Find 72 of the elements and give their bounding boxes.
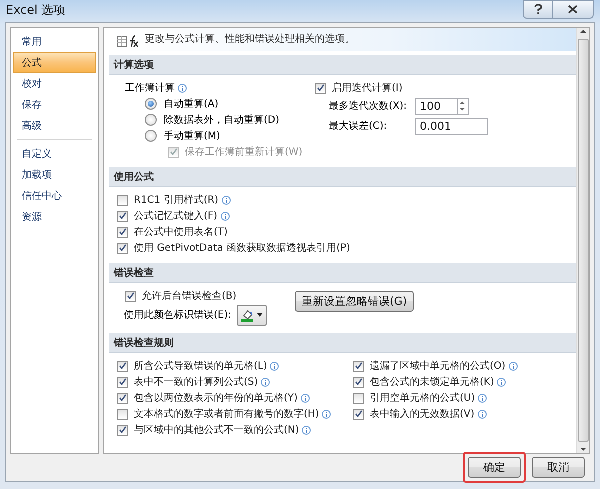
checkbox-label[interactable]: 使用 GetPivotData 函数获取数据透视表引用(P) <box>134 241 350 255</box>
color-picker[interactable] <box>236 304 266 326</box>
field-label: 最多迭代次数(X): <box>329 100 408 113</box>
checkbox[interactable] <box>353 408 364 420</box>
checkbox[interactable] <box>117 408 128 420</box>
checkbox[interactable] <box>117 376 128 388</box>
checkbox-label[interactable]: 表中输入的无效数据(V) <box>370 407 475 421</box>
checkbox-label[interactable]: 包含以两位数表示的年份的单元格(Y) <box>134 391 298 405</box>
checkbox[interactable] <box>117 392 128 404</box>
sidebar-item[interactable]: 加载项 <box>13 164 96 185</box>
checkbox[interactable] <box>125 290 136 302</box>
help-button[interactable] <box>523 0 552 19</box>
spin-buttons[interactable] <box>458 98 469 114</box>
radio-label[interactable]: 自动重算(A) <box>164 97 219 111</box>
paint-bucket-icon <box>240 308 254 322</box>
scroll-up-icon[interactable] <box>580 28 586 36</box>
input-field[interactable]: 0.001 <box>415 118 488 134</box>
close-icon <box>568 5 578 14</box>
sidebar-item[interactable]: 资源 <box>13 206 96 227</box>
checkbox-label[interactable]: 表中不一致的计算列公式(S) <box>134 375 258 389</box>
window-title: Excel 选项 <box>6 2 66 18</box>
help-icon <box>534 4 542 15</box>
checkbox[interactable] <box>353 376 364 388</box>
radio-button[interactable] <box>145 98 157 110</box>
field-label: 使用此颜色标识错误(E): <box>124 308 232 322</box>
checkbox[interactable] <box>353 392 364 404</box>
checkbox[interactable] <box>117 226 128 238</box>
checkbox-label[interactable]: 遗漏了区域中单元格的公式(O) <box>370 359 506 373</box>
group-label: 工作簿计算 <box>125 82 175 95</box>
checkbox-label[interactable]: 与区域中的其他公式不一致的公式(N) <box>134 423 300 437</box>
checkbox-label[interactable]: 允许后台错误检查(B) <box>142 289 237 303</box>
section-header: 错误检查规则 <box>109 333 576 353</box>
section-header: 使用公式 <box>109 167 576 187</box>
checkbox-label[interactable]: R1C1 引用样式(R) <box>134 193 219 207</box>
radio-button[interactable] <box>145 130 157 142</box>
checkbox-label[interactable]: 公式记忆式键入(F) <box>134 209 218 223</box>
sidebar-item[interactable]: 公式 <box>13 52 96 73</box>
function-icon <box>117 33 139 49</box>
radio-button[interactable] <box>145 114 157 126</box>
dialog-button[interactable]: 取消 <box>532 457 585 478</box>
checkbox[interactable] <box>117 210 128 222</box>
sidebar-item[interactable]: 自定义 <box>13 143 96 164</box>
sidebar-item[interactable]: 保存 <box>13 94 96 115</box>
checkbox-label[interactable]: 文本格式的数字或者前面有撇号的数字(H) <box>134 407 320 421</box>
caret-icon <box>256 313 262 317</box>
checkbox[interactable] <box>117 194 128 206</box>
checkbox-label[interactable]: 启用迭代计算(I) <box>332 81 403 95</box>
sidebar-item[interactable]: 常用 <box>13 31 96 52</box>
sidebar-item[interactable]: 校对 <box>13 73 96 94</box>
section-header: 计算选项 <box>109 55 576 75</box>
checkbox-label[interactable]: 所含公式导致错误的单元格(L) <box>134 359 268 373</box>
checkbox-label[interactable]: 引用空单元格的公式(U) <box>370 391 476 405</box>
close-button[interactable] <box>552 0 594 19</box>
header-text: 更改与公式计算、性能和错误处理相关的选项。 <box>145 32 355 46</box>
checkbox[interactable] <box>117 242 128 254</box>
checkbox[interactable] <box>117 360 128 372</box>
checkbox-label[interactable]: 在公式中使用表名(T) <box>134 225 228 239</box>
spin-field[interactable]: 100 <box>415 98 458 114</box>
sidebar-item[interactable]: 信任中心 <box>13 185 96 206</box>
scrollbar[interactable] <box>576 28 589 453</box>
checkbox[interactable] <box>315 82 326 94</box>
checkbox[interactable] <box>353 360 364 372</box>
checkbox-label[interactable]: 包含公式的未锁定单元格(K) <box>370 375 494 389</box>
field-label: 最大误差(C): <box>329 120 388 133</box>
dialog-button[interactable]: 确定 <box>468 457 521 478</box>
checkbox[interactable] <box>117 424 128 436</box>
reset-button[interactable]: 重新设置忽略错误(G) <box>295 291 414 312</box>
section-header: 错误检查 <box>109 263 576 283</box>
sidebar-item[interactable]: 高级 <box>13 115 96 136</box>
scroll-down-icon[interactable] <box>580 445 586 453</box>
radio-label[interactable]: 除数据表外，自动重算(D) <box>164 113 280 127</box>
radio-label[interactable]: 手动重算(M) <box>164 129 220 143</box>
